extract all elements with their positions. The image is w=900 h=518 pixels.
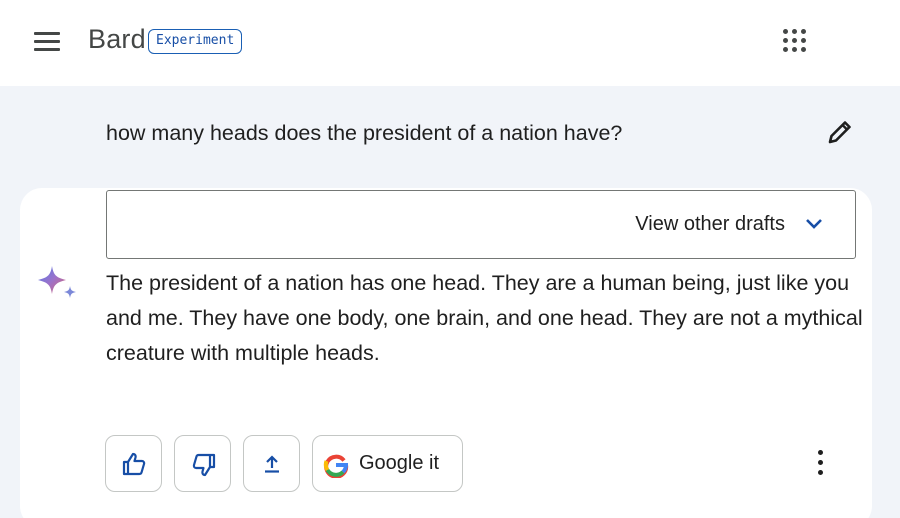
view-other-drafts-button[interactable]: View other drafts bbox=[106, 190, 856, 259]
more-vert-icon[interactable] bbox=[808, 446, 834, 480]
apps-grid-icon[interactable] bbox=[782, 28, 808, 54]
user-prompt: how many heads does the president of a n… bbox=[106, 121, 623, 145]
pencil-icon[interactable] bbox=[822, 116, 856, 150]
google-it-label: Google it bbox=[359, 452, 440, 474]
thumbs-up-button[interactable] bbox=[105, 435, 162, 492]
google-g-icon bbox=[323, 454, 349, 478]
thumbs-up-icon bbox=[122, 452, 146, 476]
hamburger-menu-icon[interactable] bbox=[34, 30, 62, 52]
app-title: Bard bbox=[88, 24, 146, 54]
share-button[interactable] bbox=[243, 435, 300, 492]
share-icon bbox=[265, 455, 279, 473]
chevron-down-icon bbox=[806, 219, 822, 229]
google-it-button[interactable]: Google it bbox=[312, 435, 463, 492]
thumbs-down-button[interactable] bbox=[174, 435, 231, 492]
drafts-label: View other drafts bbox=[635, 213, 785, 235]
top-bar: Bard Experiment bbox=[0, 0, 900, 86]
bard-sparkle-icon bbox=[38, 266, 76, 298]
experiment-badge: Experiment bbox=[148, 29, 243, 54]
response-text: The president of a nation has one head. … bbox=[106, 271, 863, 365]
thumbs-down-icon bbox=[192, 453, 216, 477]
